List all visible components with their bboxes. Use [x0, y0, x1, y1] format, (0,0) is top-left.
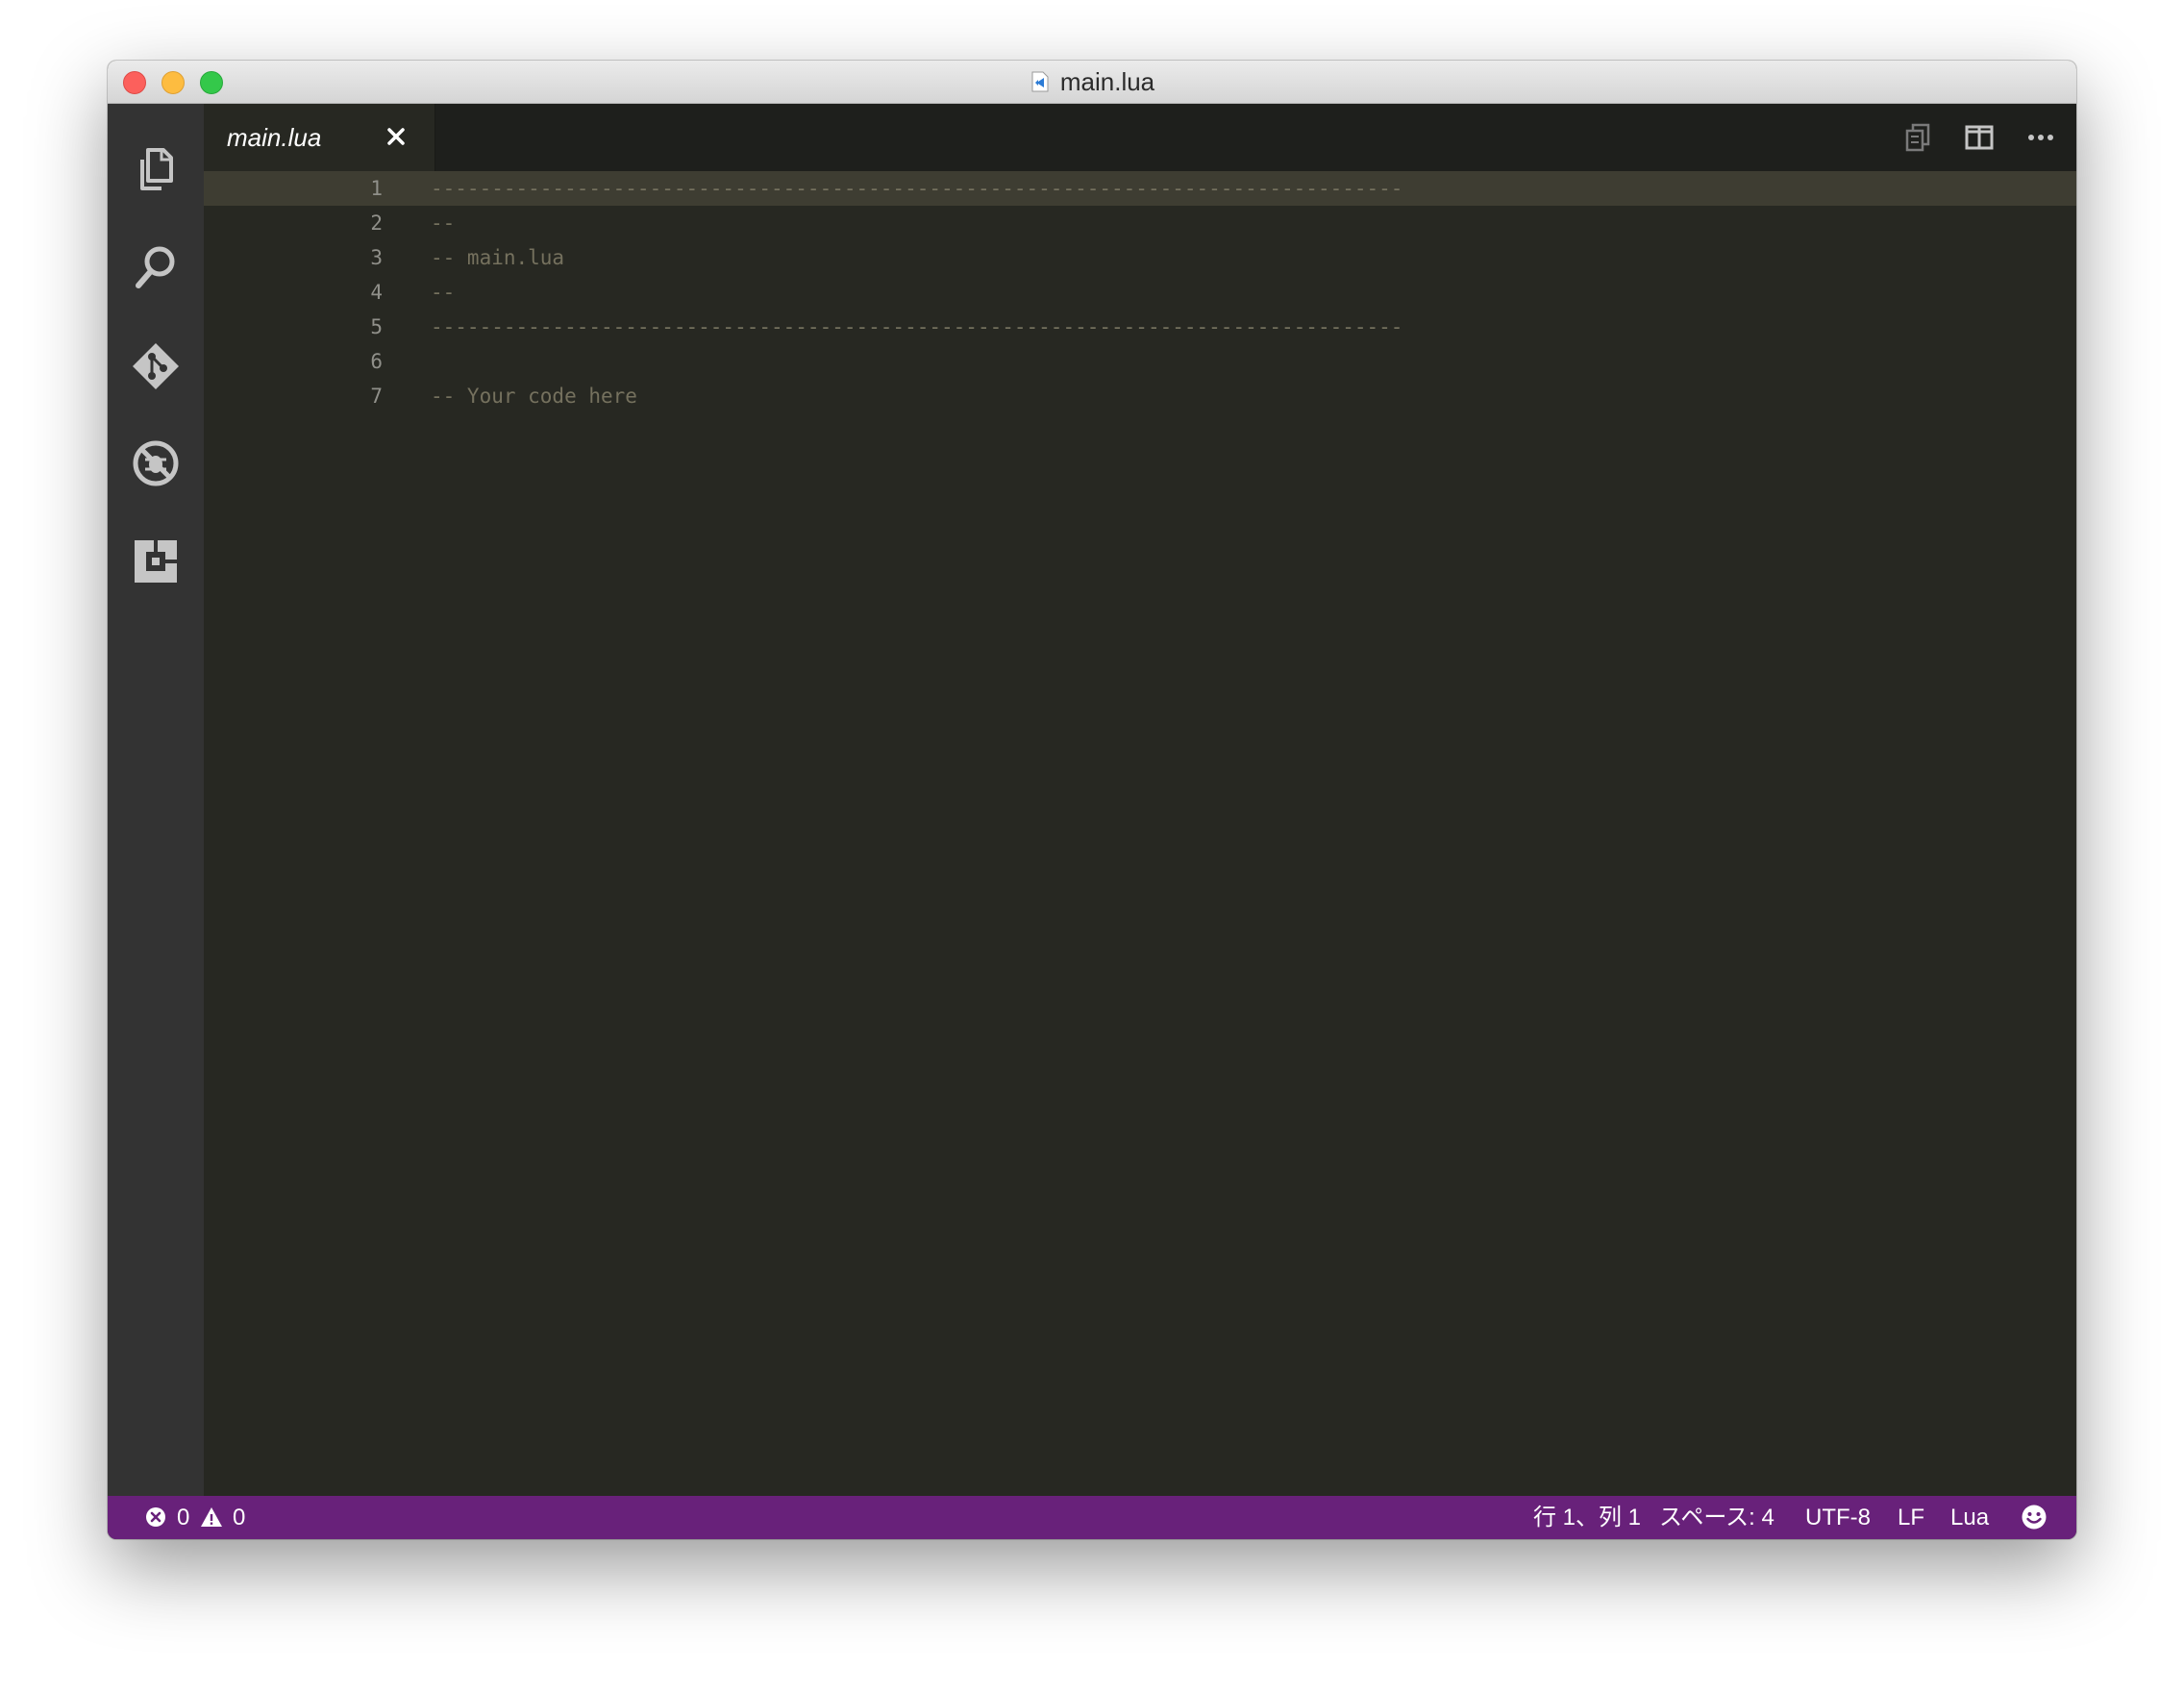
line-text: ----------------------------------------…: [431, 315, 1403, 338]
warning-count[interactable]: 0: [233, 1496, 245, 1539]
line-text: ----------------------------------------…: [431, 177, 1403, 200]
tab-bar: main.lua: [204, 104, 2076, 171]
open-changes-icon[interactable]: [1901, 121, 1934, 154]
tab-label: main.lua: [227, 123, 322, 152]
code-editor[interactable]: 1 --------------------------------------…: [204, 171, 2076, 1496]
editor-area: main.lua 1 -----------------------------…: [204, 104, 2076, 1496]
smiley-icon[interactable]: [2021, 1504, 2048, 1530]
vscode-file-icon: [1031, 71, 1049, 92]
error-icon[interactable]: [144, 1505, 167, 1529]
debug-icon[interactable]: [129, 436, 183, 490]
code-line[interactable]: 1 --------------------------------------…: [204, 171, 2076, 206]
code-line[interactable]: 4 --: [204, 275, 2076, 310]
code-line[interactable]: 5 --------------------------------------…: [204, 310, 2076, 344]
search-icon[interactable]: [129, 240, 183, 294]
end-of-line[interactable]: LF: [1898, 1496, 1924, 1539]
split-editor-icon[interactable]: [1963, 121, 1996, 154]
app-window: main.lua main.lua 1 --------------------…: [108, 61, 2076, 1539]
more-actions-icon[interactable]: [2024, 121, 2057, 154]
line-number: 2: [370, 212, 383, 235]
line-number: 5: [370, 315, 383, 338]
window-title: main.lua: [1059, 66, 1155, 96]
line-text: --: [431, 281, 456, 304]
language-mode[interactable]: Lua: [1950, 1496, 1989, 1539]
line-text: --: [431, 212, 456, 235]
line-number: 1: [370, 177, 383, 200]
code-line[interactable]: 2 --: [204, 206, 2076, 240]
line-number: 3: [370, 246, 383, 269]
window-title-group: main.lua: [108, 61, 2076, 103]
encoding[interactable]: UTF-8: [1805, 1496, 1871, 1539]
line-number: 6: [370, 350, 383, 373]
line-text: -- main.lua: [431, 246, 565, 269]
line-text: -- Your code here: [431, 385, 637, 408]
extensions-icon[interactable]: [129, 535, 183, 588]
status-bar: 0 0 行 1、列 1 スペース: 4 UTF-8 LF Lua: [108, 1496, 2076, 1539]
tab-main-lua[interactable]: main.lua: [204, 104, 435, 171]
warning-icon[interactable]: [200, 1505, 223, 1529]
git-icon[interactable]: [129, 339, 183, 393]
title-bar: main.lua: [108, 61, 2076, 104]
close-icon[interactable]: [383, 123, 410, 150]
code-line[interactable]: 7 -- Your code here: [204, 379, 2076, 413]
line-number: 7: [370, 385, 383, 408]
error-count[interactable]: 0: [177, 1496, 189, 1539]
code-line[interactable]: 3 -- main.lua: [204, 240, 2076, 275]
cursor-position[interactable]: 行 1、列 1: [1533, 1496, 1641, 1539]
code-line[interactable]: 6: [204, 344, 2076, 379]
line-number: 4: [370, 281, 383, 304]
explorer-icon[interactable]: [129, 142, 183, 196]
activity-bar: [108, 104, 204, 1496]
indentation[interactable]: スペース: 4: [1659, 1496, 1774, 1539]
